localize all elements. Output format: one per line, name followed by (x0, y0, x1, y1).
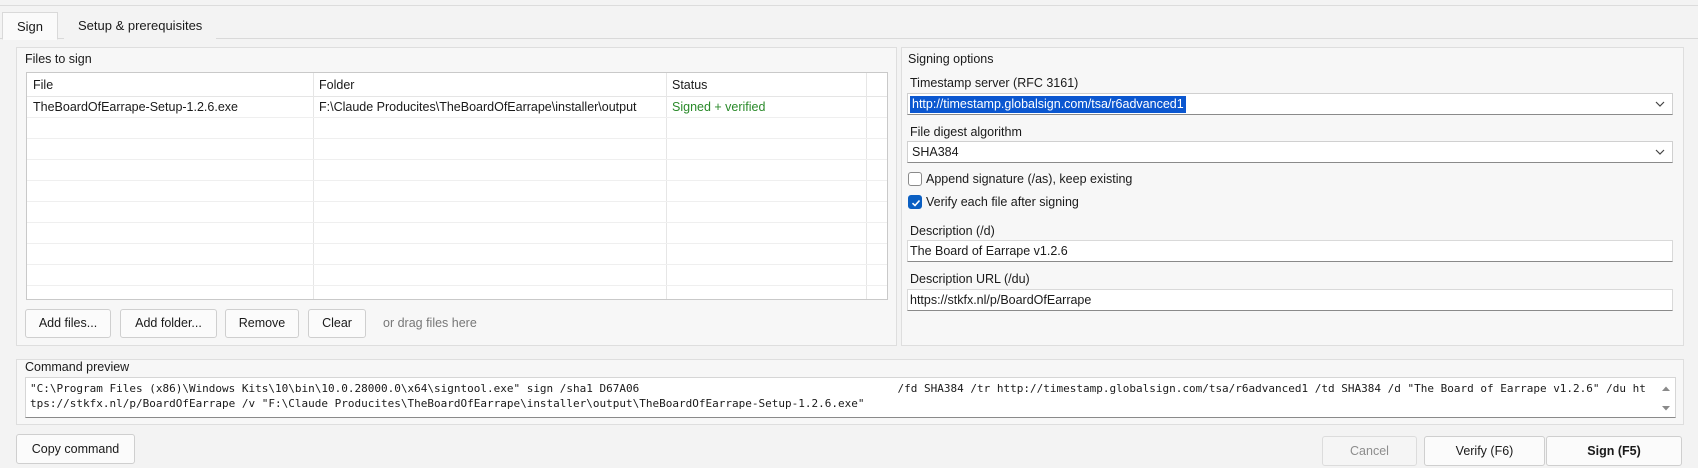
digest-algorithm-combo[interactable]: SHA384 (907, 141, 1673, 163)
folder-cell: F:\Claude Producites\TheBoardOfEarrape\i… (319, 100, 637, 114)
chevron-down-icon[interactable] (1654, 145, 1666, 159)
sign-button[interactable]: Sign (F5) (1546, 436, 1682, 466)
add-folder-button[interactable]: Add folder... (120, 309, 217, 338)
scroll-down-icon[interactable] (1661, 402, 1671, 412)
tab-sign[interactable]: Sign (2, 12, 59, 40)
command-preview-title: Command preview (25, 360, 130, 374)
verify-after-signing-checkbox[interactable] (908, 195, 922, 209)
timestamp-server-value: http://timestamp.globalsign.com/tsa/r6ad… (910, 96, 1186, 113)
chevron-down-icon[interactable] (1654, 97, 1666, 111)
timestamp-server-combo[interactable]: http://timestamp.globalsign.com/tsa/r6ad… (907, 93, 1673, 115)
description-label: Description (/d) (910, 224, 995, 238)
table-row-empty (27, 181, 887, 202)
command-preview-text: "C:\Program Files (x86)\Windows Kits\10\… (30, 382, 1646, 410)
append-signature-checkbox[interactable] (908, 172, 922, 186)
files-table-header: File Folder Status (27, 73, 887, 97)
column-header-folder[interactable]: Folder (313, 73, 666, 97)
copy-command-button[interactable]: Copy command (16, 434, 135, 464)
timestamp-server-label: Timestamp server (RFC 3161) (910, 76, 1079, 90)
remove-button[interactable]: Remove (225, 309, 299, 338)
verify-after-signing-label[interactable]: Verify each file after signing (926, 195, 1079, 209)
description-value: The Board of Earrape v1.2.6 (910, 244, 1068, 258)
table-row-empty (27, 202, 887, 223)
description-url-label: Description URL (/du) (910, 272, 1030, 286)
add-files-button[interactable]: Add files... (25, 309, 111, 338)
window-top-edge (0, 0, 1698, 6)
table-row[interactable]: TheBoardOfEarrape-Setup-1.2.6.exe F:\Cla… (27, 97, 887, 118)
clear-button[interactable]: Clear (308, 309, 366, 338)
scroll-up-icon[interactable] (1661, 383, 1671, 393)
description-field[interactable]: The Board of Earrape v1.2.6 (907, 240, 1673, 262)
signing-options-title: Signing options (908, 52, 994, 66)
digest-algorithm-value: SHA384 (912, 145, 959, 159)
table-row-empty (27, 223, 887, 244)
verify-button[interactable]: Verify (F6) (1424, 436, 1545, 466)
append-signature-label[interactable]: Append signature (/as), keep existing (926, 172, 1132, 186)
column-header-status[interactable]: Status (666, 73, 866, 97)
description-url-value: https://stkfx.nl/p/BoardOfEarrape (910, 293, 1092, 307)
files-to-sign-title: Files to sign (25, 52, 92, 66)
files-table[interactable]: File Folder Status TheBoardOfEarrape-Set… (26, 72, 888, 300)
digest-algorithm-label: File digest algorithm (910, 125, 1022, 139)
tab-bar: Setup & prerequisites Sign (0, 12, 1698, 40)
column-header-file[interactable]: File (27, 73, 313, 97)
drag-files-hint: or drag files here (383, 316, 477, 330)
description-url-field[interactable]: https://stkfx.nl/p/BoardOfEarrape (907, 289, 1673, 311)
tab-setup-prerequisites[interactable]: Setup & prerequisites (64, 12, 217, 40)
table-row-empty (27, 160, 887, 181)
table-row-empty (27, 265, 887, 286)
cancel-button[interactable]: Cancel (1322, 436, 1417, 466)
table-row-empty (27, 244, 887, 265)
status-cell: Signed + verified (672, 100, 766, 114)
table-row-empty (27, 118, 887, 139)
command-preview-text-area[interactable]: "C:\Program Files (x86)\Windows Kits\10\… (25, 377, 1676, 418)
table-row-empty (27, 139, 887, 160)
file-name-cell: TheBoardOfEarrape-Setup-1.2.6.exe (33, 100, 238, 114)
